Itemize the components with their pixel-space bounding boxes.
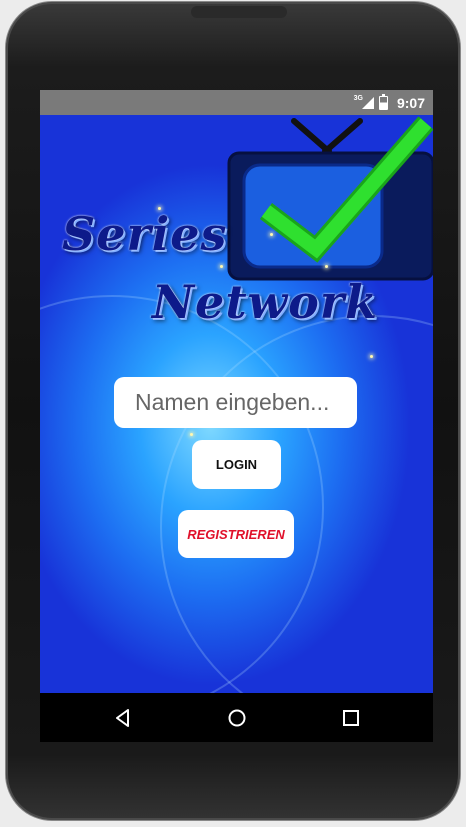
- home-icon[interactable]: [226, 707, 248, 729]
- network-type: 3G: [353, 94, 363, 102]
- logo-line-network: Network: [152, 275, 378, 329]
- phone-frame: 3G 9:07 Series Network Namen eingeben...…: [6, 2, 460, 820]
- status-bar: 3G 9:07: [40, 90, 433, 115]
- logo-line-series: Series: [62, 207, 228, 261]
- sparkle: [370, 355, 373, 358]
- login-screen: Series Network LOGIN REGISTRIEREN: [40, 115, 433, 693]
- device-screen: 3G 9:07 Series Network Namen eingeben...…: [40, 90, 433, 742]
- name-input[interactable]: [114, 377, 357, 428]
- tv-checkmark-icon: [227, 116, 433, 281]
- sparkle: [325, 265, 328, 268]
- sparkle: [190, 433, 193, 436]
- register-button[interactable]: REGISTRIEREN: [178, 510, 294, 558]
- sparkle: [158, 207, 161, 210]
- navigation-bar: [40, 693, 433, 742]
- status-time: 9:07: [396, 95, 425, 111]
- back-icon[interactable]: [112, 707, 134, 729]
- sparkle: [220, 265, 223, 268]
- login-button[interactable]: LOGIN: [192, 440, 281, 489]
- recents-icon[interactable]: [340, 707, 362, 729]
- speaker-grille: [191, 6, 287, 18]
- sparkle: [270, 233, 273, 236]
- signal-icon: [361, 97, 374, 109]
- battery-icon: [378, 94, 388, 110]
- status-icons: 3G 9:07: [354, 93, 425, 113]
